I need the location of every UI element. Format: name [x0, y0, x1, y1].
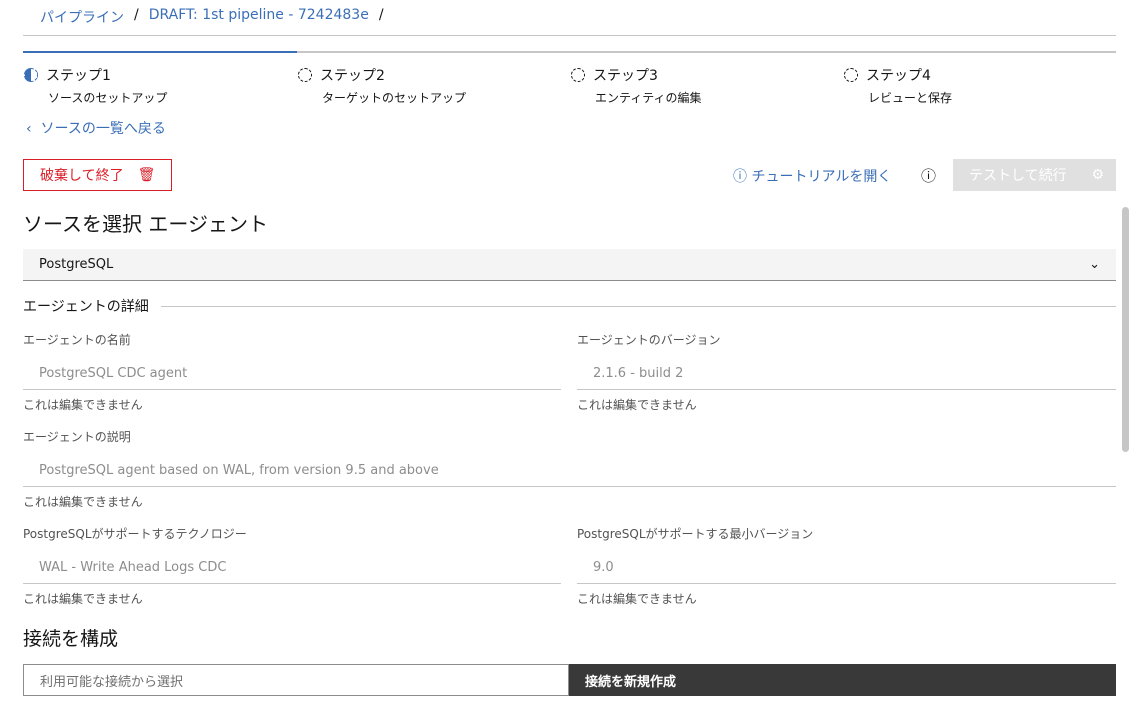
technology-input[interactable]: WAL - Write Ahead Logs CDC [23, 552, 561, 584]
agent-select[interactable]: PostgreSQL ⌄ [23, 249, 1116, 281]
step-3[interactable]: ステップ3 エンティティの編集 [571, 65, 841, 106]
helper-text: これは編集できません [23, 592, 143, 606]
agent-name-field: エージェントの名前 PostgreSQL CDC agent これは編集できません [23, 331, 561, 413]
separator: / [378, 7, 384, 23]
step-title: ステップ4 [866, 68, 931, 84]
divider [160, 305, 1116, 307]
separator: / [134, 7, 139, 23]
helper-text: これは編集できません [23, 398, 143, 412]
progress-fill [23, 51, 297, 53]
field-label: エージェントの説明 [23, 430, 131, 444]
field-label: PostgreSQLがサポートするテクノロジー [23, 527, 247, 541]
agent-description-field: エージェントの説明 PostgreSQL agent based on WAL, … [23, 428, 1116, 510]
scrollbar[interactable] [1122, 207, 1129, 452]
source-title: ソースを選択 エージェント [23, 212, 268, 236]
trash-icon: 🗑 [137, 167, 156, 183]
helper-text: これは編集できません [577, 398, 697, 412]
step-subtitle: レビューと保存 [868, 91, 953, 105]
step-1[interactable]: ステップ1 ソースのセットアップ [24, 65, 294, 106]
field-label: PostgreSQLがサポートする最小バージョン [577, 527, 814, 541]
connection-select[interactable]: 利用可能な接続から選択 [23, 664, 569, 696]
chevron-left-icon: ‹ [26, 121, 32, 137]
new-connection-button[interactable]: 接続を新規作成 [569, 664, 1116, 696]
test-continue-label: テストして続行 [969, 168, 1067, 184]
step-title: ステップ1 [46, 68, 111, 84]
helper-text: これは編集できません [577, 592, 697, 606]
agent-version-field: エージェントのバージョン 2.1.6 - build 2 これは編集できません [577, 331, 1116, 413]
details-title: エージェントの詳細 [23, 299, 149, 315]
min-version-input[interactable]: 9.0 [577, 552, 1116, 584]
min-version-field: PostgreSQLがサポートする最小バージョン 9.0 これは編集できません [577, 525, 1116, 607]
field-label: エージェントのバージョン [577, 333, 721, 347]
test-continue-button[interactable]: テストして続行 ⚙ [953, 159, 1116, 191]
help-icon: ⓘ [733, 169, 747, 185]
help-icon[interactable]: ⓘ [921, 165, 936, 186]
divider [23, 35, 1116, 36]
dashed-circle-icon [571, 68, 585, 82]
chevron-down-icon: ⌄ [1089, 257, 1100, 272]
half-circle-icon [24, 68, 38, 82]
step-subtitle: エンティティの編集 [595, 91, 702, 105]
discard-label: 破棄して終了 [40, 168, 124, 184]
step-title: ステップ2 [320, 68, 385, 84]
dashed-circle-icon [298, 68, 312, 82]
step-2[interactable]: ステップ2 ターゲットのセットアップ [298, 65, 568, 106]
step-subtitle: ソースのセットアップ [48, 91, 168, 105]
breadcrumb-draft[interactable]: DRAFT: 1st pipeline - 7242483e [149, 7, 369, 27]
breadcrumb-pipelines[interactable]: パイプライン [40, 7, 124, 27]
helper-text: これは編集できません [23, 495, 143, 509]
agent-description-input[interactable]: PostgreSQL agent based on WAL, from vers… [23, 455, 1116, 487]
open-tutorial-link[interactable]: ⓘ チュートリアルを開く [733, 166, 891, 186]
tutorial-label: チュートリアルを開く [751, 169, 892, 185]
connection-row: 利用可能な接続から選択 接続を新規作成 [23, 664, 1116, 696]
step-subtitle: ターゲットのセットアップ [322, 91, 467, 105]
agent-select-value: PostgreSQL [39, 257, 114, 272]
details-section-header: エージェントの詳細 [23, 296, 1116, 316]
technology-field: PostgreSQLがサポートするテクノロジー WAL - Write Ahead… [23, 525, 561, 607]
agent-version-input[interactable]: 2.1.6 - build 2 [577, 358, 1116, 390]
back-label: ソースの一覧へ戻る [40, 121, 166, 137]
back-link[interactable]: ‹ ソースの一覧へ戻る [26, 118, 166, 138]
step-4[interactable]: ステップ4 レビューと保存 [844, 65, 1114, 106]
connect-title: 接続を構成 [23, 628, 119, 650]
breadcrumb: パイプライン / DRAFT: 1st pipeline - 7242483e / [40, 7, 384, 27]
step-title: ステップ3 [593, 68, 658, 84]
field-label: エージェントの名前 [23, 333, 131, 347]
discard-button[interactable]: 破棄して終了 🗑 [23, 159, 172, 191]
dashed-circle-icon [844, 68, 858, 82]
agent-name-input[interactable]: PostgreSQL CDC agent [23, 358, 561, 390]
progress-bar [23, 51, 1116, 53]
gear-icon: ⚙ [1091, 167, 1104, 183]
